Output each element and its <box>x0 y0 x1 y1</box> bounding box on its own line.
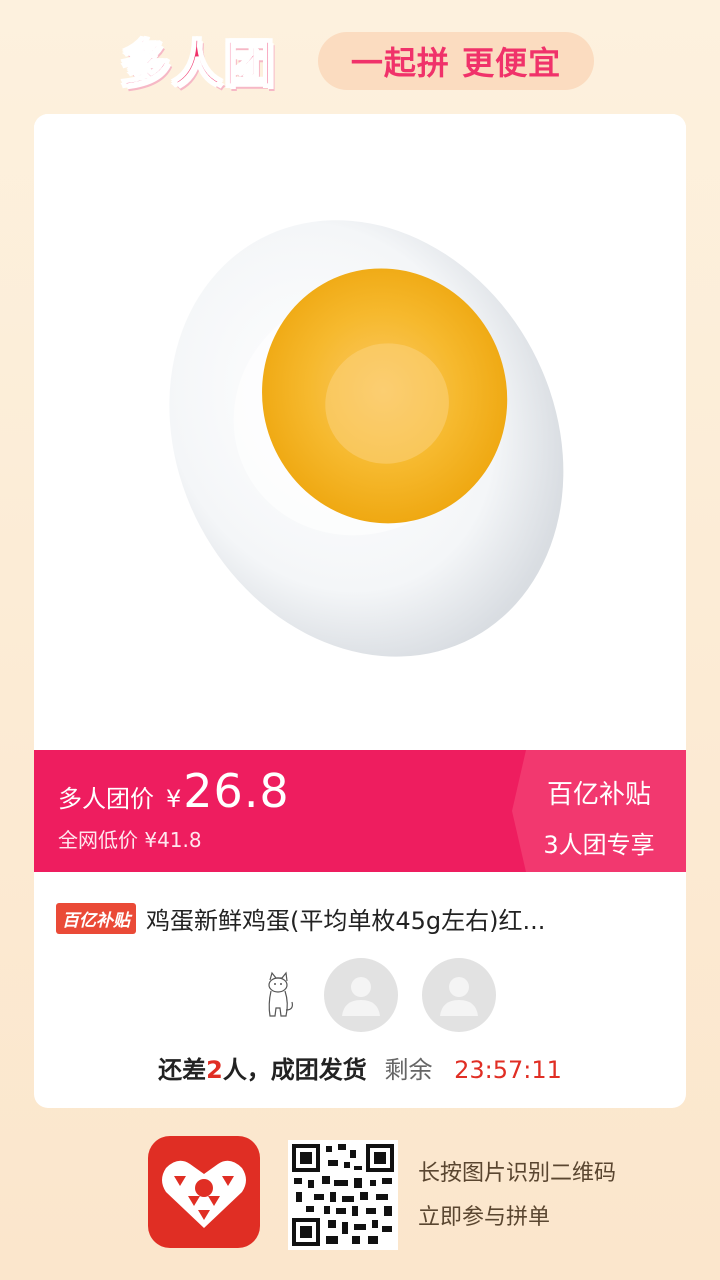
footer-instructions: 长按图片识别二维码 立即参与拼单 <box>418 1152 616 1240</box>
currency-symbol: ¥ <box>166 785 182 813</box>
empty-member-avatar-icon <box>422 958 496 1032</box>
remaining-people: 2 <box>206 1056 223 1084</box>
countdown-timer: 23:57:11 <box>454 1056 562 1084</box>
group-price: 26.8 <box>183 764 290 818</box>
header: 多人团 一起拼 更便宜 <box>119 22 600 102</box>
subsidy-tag: 百亿补贴 3人团专享 <box>512 750 686 872</box>
subsidy-title: 百亿补贴 <box>546 780 651 810</box>
remaining-label: 剩余 <box>384 1056 433 1084</box>
status-prefix: 还差 <box>158 1056 207 1084</box>
subsidy-badge: 百亿补贴 <box>56 902 136 934</box>
status-suffix: 人，成团发货 <box>222 1056 367 1084</box>
price-label: 多人团价 <box>58 785 154 813</box>
boiled-egg-image <box>169 220 564 657</box>
cat-avatar-icon <box>242 958 316 1032</box>
product-title[interactable]: 鸡蛋新鲜鸡蛋(平均单枚45g左右)红... <box>146 901 545 936</box>
footer-line-2: 立即参与拼单 <box>418 1205 551 1230</box>
group-members <box>242 958 502 1034</box>
qr-code[interactable] <box>288 1140 398 1250</box>
logo-title: 多人团 <box>119 34 276 94</box>
original-price: 全网低价 ¥41.8 <box>58 828 202 852</box>
price-info: 多人团价 ¥ 26.8 全网低价 ¥41.8 <box>58 764 290 853</box>
group-buy-card[interactable]: 多人团价 ¥ 26.8 全网低价 ¥41.8 百亿补贴 3人团专享 百亿补贴 鸡… <box>34 114 686 1108</box>
empty-member-avatar-icon <box>324 958 398 1032</box>
pinduoduo-app-icon <box>148 1136 260 1248</box>
footer-line-1: 长按图片识别二维码 <box>418 1161 617 1186</box>
product-title-row[interactable]: 百亿补贴 鸡蛋新鲜鸡蛋(平均单枚45g左右)红... <box>56 898 668 938</box>
slogan-pill: 一起拼 更便宜 <box>318 32 594 90</box>
subsidy-subtitle: 3人团专享 <box>543 831 655 859</box>
price-band: 多人团价 ¥ 26.8 全网低价 ¥41.8 百亿补贴 3人团专享 <box>34 750 686 872</box>
group-status: 还差2人，成团发货 剩余 23:57:11 <box>34 1050 686 1085</box>
product-image[interactable] <box>34 114 686 750</box>
